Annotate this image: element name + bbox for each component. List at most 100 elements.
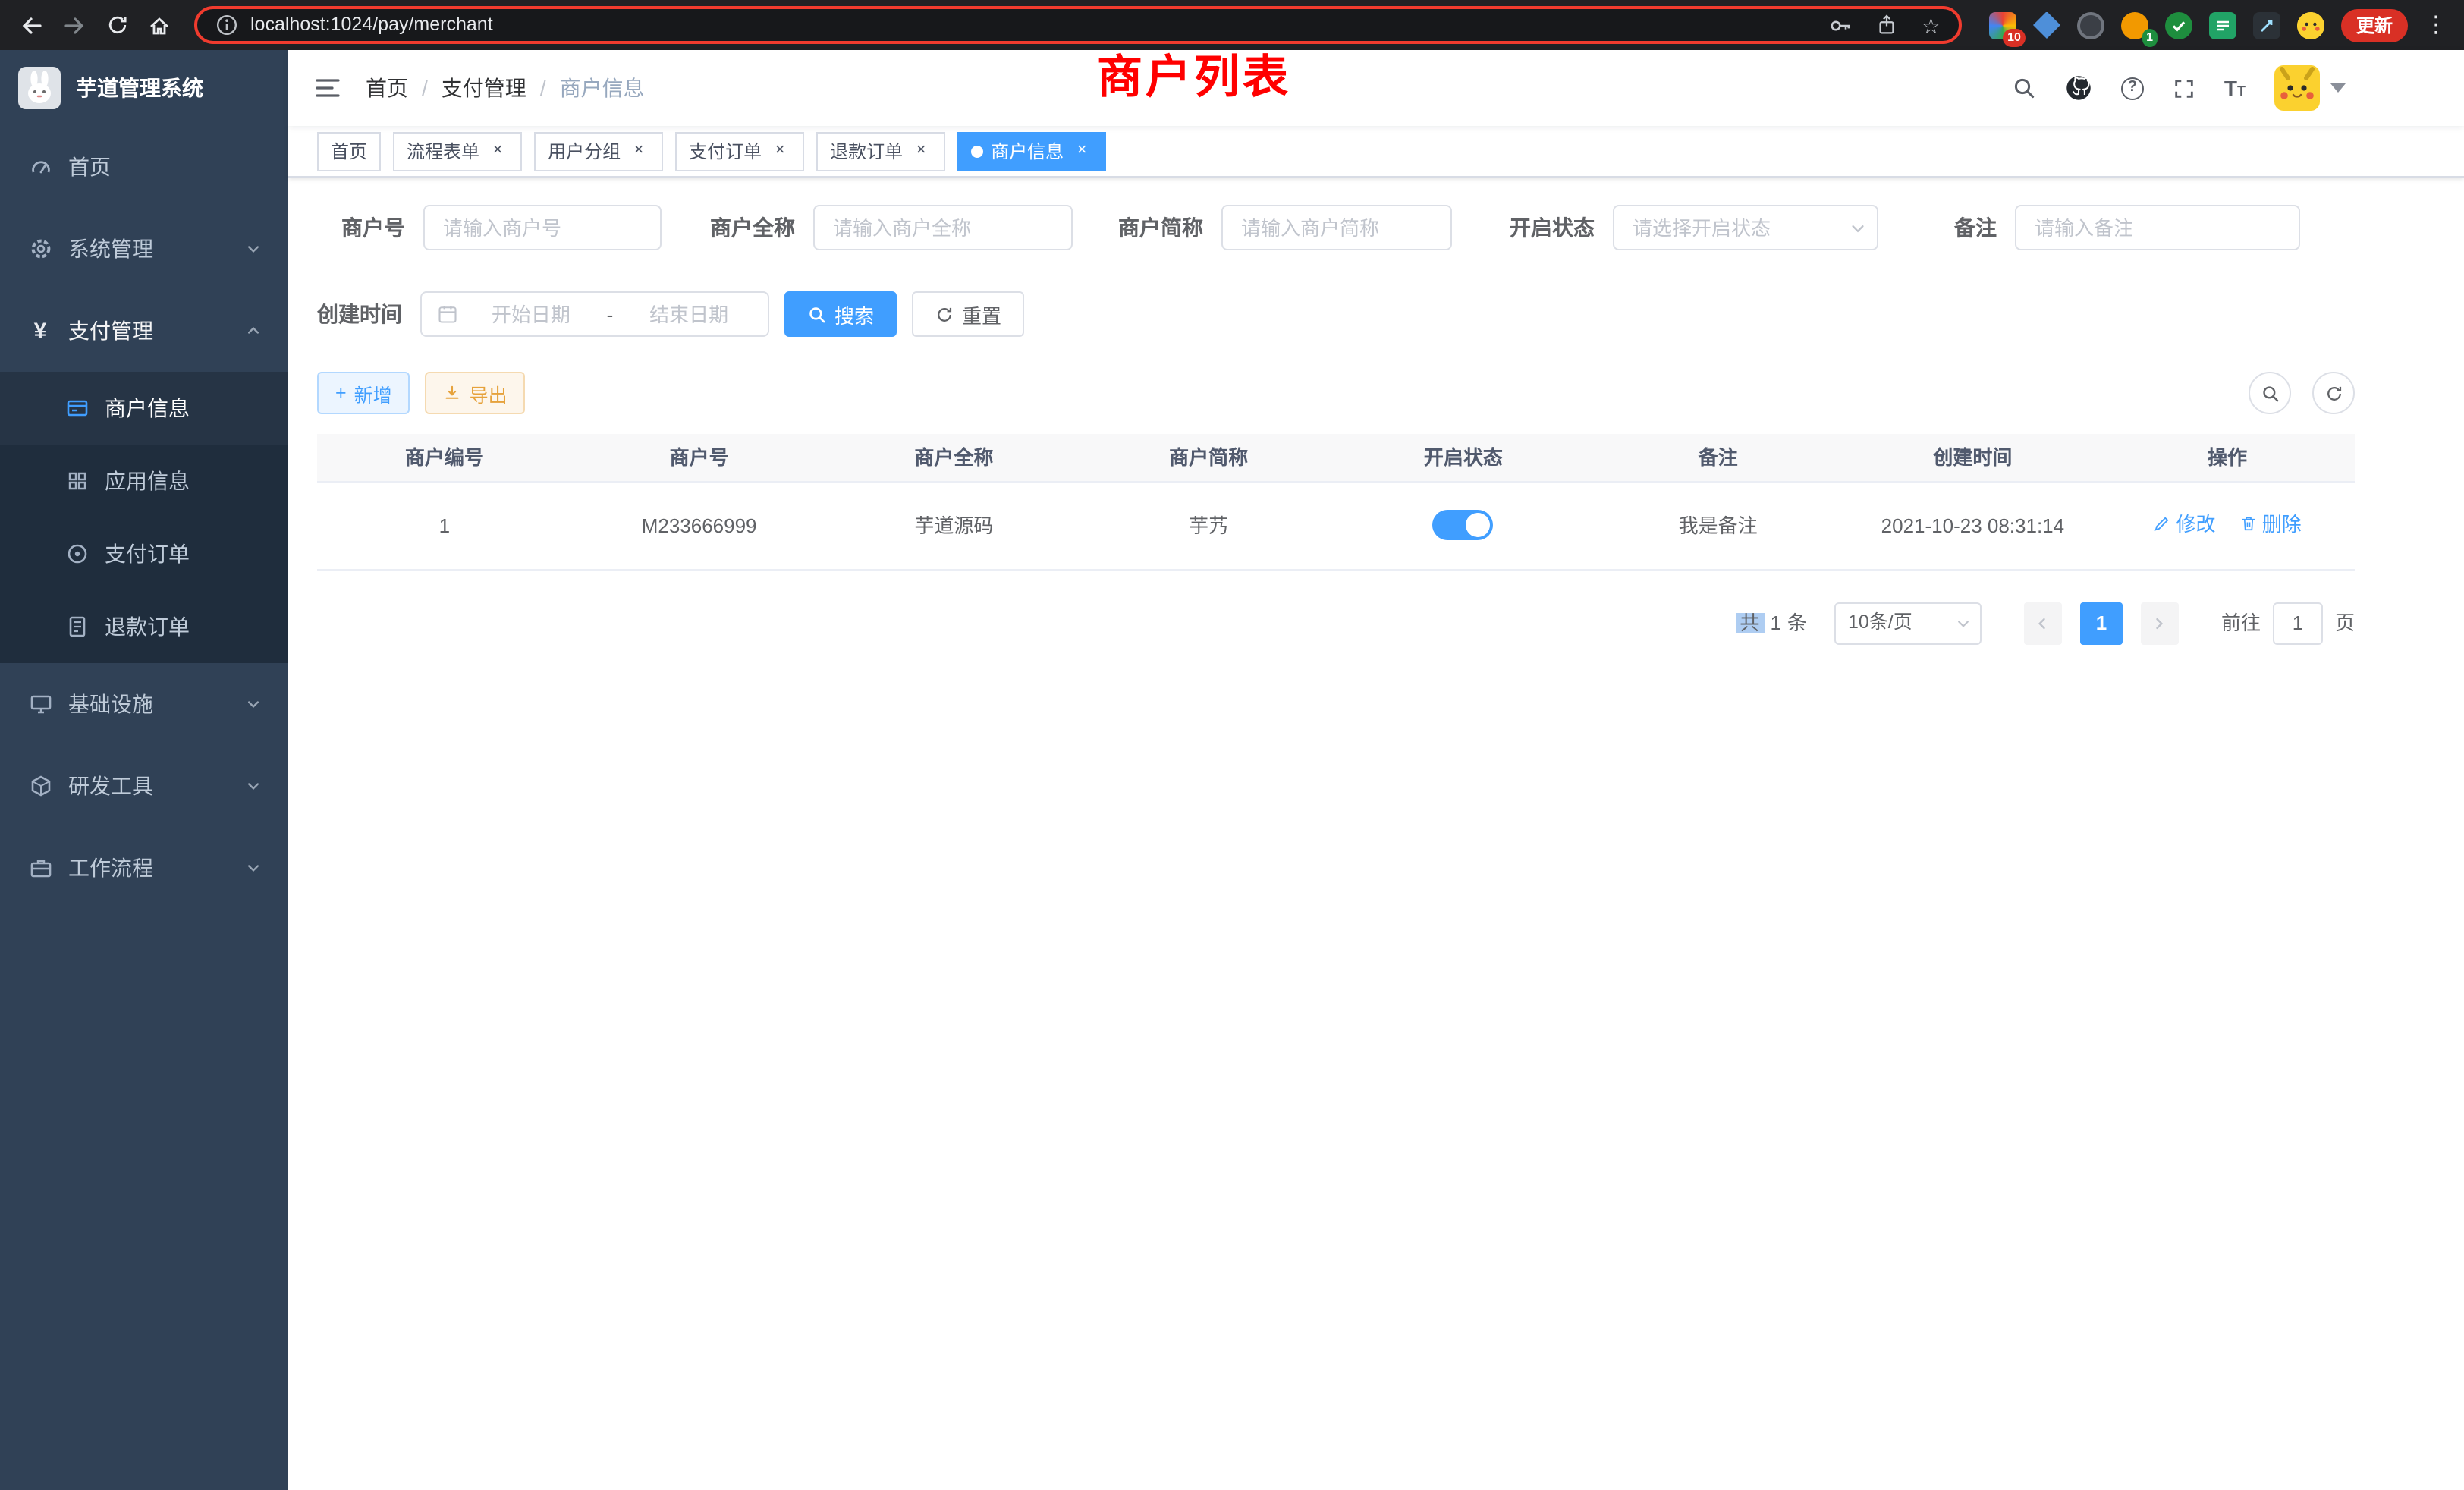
share-icon[interactable]: [1876, 14, 1899, 36]
merchant-no-label: 商户号: [341, 217, 423, 238]
fullscreen-icon[interactable]: [2173, 77, 2195, 99]
sidebar-item-dev-tools[interactable]: 研发工具: [0, 745, 288, 827]
url-bar[interactable]: localhost:1024/pay/merchant ☆: [194, 6, 1962, 44]
password-key-icon[interactable]: [1829, 13, 1853, 37]
sidebar-menu: 首页 系统管理 ¥ 支付管理: [0, 126, 288, 909]
reset-button[interactable]: 重置: [912, 291, 1024, 337]
sidebar-item-label: 系统管理: [68, 238, 153, 259]
goto-page-input[interactable]: [2273, 602, 2323, 644]
delete-link-label: 删除: [2262, 514, 2302, 534]
home-button[interactable]: [140, 5, 179, 45]
full-name-input[interactable]: [813, 205, 1073, 250]
filter-remark: 备注: [1954, 205, 2300, 250]
sidebar-submenu-payment: 商户信息 应用信息 支付订单: [0, 372, 288, 663]
active-tab-dot: [971, 145, 983, 157]
document-icon: [64, 615, 90, 639]
tab-close-icon[interactable]: ×: [910, 140, 932, 162]
remark-input[interactable]: [2015, 205, 2300, 250]
tab-close-icon[interactable]: ×: [769, 140, 790, 162]
sidebar-item-label: 研发工具: [68, 775, 153, 797]
calendar-icon: [437, 303, 458, 325]
col-merchant-no: 商户号: [572, 434, 827, 481]
page-content: 商户号 商户全称 商户简称 开启状态 请选择开启状态: [288, 178, 2464, 1490]
status-select[interactable]: 请选择开启状态: [1613, 205, 1878, 250]
yen-icon: ¥: [27, 319, 53, 342]
short-name-input[interactable]: [1221, 205, 1452, 250]
extension-avatar-icon[interactable]: 1: [2121, 11, 2148, 39]
extension-pin-icon[interactable]: [2253, 11, 2280, 39]
add-button[interactable]: + 新增: [317, 372, 410, 414]
delete-link[interactable]: 删除: [2239, 514, 2302, 534]
sidebar-item-refund-order[interactable]: 退款订单: [0, 590, 288, 663]
total-count: 1: [1770, 613, 1780, 633]
sidebar-item-app-info[interactable]: 应用信息: [0, 445, 288, 517]
reload-button[interactable]: [97, 5, 137, 45]
browser-menu-icon[interactable]: ⋮: [2425, 14, 2446, 36]
edit-link[interactable]: 修改: [2153, 514, 2215, 534]
status-label: 开启状态: [1510, 217, 1613, 238]
sidebar-item-merchant-info[interactable]: 商户信息: [0, 372, 288, 445]
extension-dark-circle-icon[interactable]: [2077, 11, 2104, 39]
refresh-table-button[interactable]: [2312, 372, 2355, 414]
tab-payment-order[interactable]: 支付订单 ×: [675, 131, 804, 171]
breadcrumb-home[interactable]: 首页: [366, 77, 408, 99]
app-logo: 芋道管理系统: [0, 50, 288, 126]
app-title: 芋道管理系统: [76, 77, 203, 99]
hamburger-icon[interactable]: [311, 71, 344, 105]
extension-green-badge: 1: [2142, 28, 2158, 46]
user-avatar[interactable]: [2274, 65, 2320, 111]
browser-update-button[interactable]: 更新: [2341, 8, 2408, 42]
tab-close-icon[interactable]: ×: [1071, 140, 1092, 162]
tab-user-group[interactable]: 用户分组 ×: [534, 131, 663, 171]
browser-profile-avatar[interactable]: [2297, 11, 2324, 39]
show-search-button[interactable]: [2249, 372, 2291, 414]
tab-merchant-info[interactable]: 商户信息 ×: [957, 131, 1106, 171]
cell-actions: 修改 删除: [2100, 481, 2355, 569]
tab-close-icon[interactable]: ×: [487, 140, 508, 162]
breadcrumb-current: 商户信息: [560, 77, 645, 99]
forward-button[interactable]: [55, 5, 94, 45]
sidebar-item-system[interactable]: 系统管理: [0, 208, 288, 290]
sidebar-item-label: 工作流程: [68, 857, 153, 879]
tab-label: 支付订单: [689, 142, 762, 160]
user-avatar-dropdown[interactable]: [2274, 65, 2346, 111]
chevron-down-icon: [246, 696, 261, 712]
site-info-icon[interactable]: [215, 14, 238, 36]
export-button[interactable]: 导出: [426, 372, 526, 414]
next-page-button[interactable]: [2141, 602, 2179, 644]
col-create-time: 创建时间: [1846, 434, 2101, 481]
tab-refund-order[interactable]: 退款订单 ×: [816, 131, 945, 171]
edit-link-label: 修改: [2176, 514, 2215, 534]
page-size-select[interactable]: 10条/页: [1834, 602, 1982, 644]
github-icon[interactable]: [2065, 74, 2092, 102]
back-button[interactable]: [12, 5, 52, 45]
help-icon[interactable]: ?: [2121, 77, 2144, 99]
sidebar-item-payment[interactable]: ¥ 支付管理: [0, 290, 288, 372]
bookmark-star-icon[interactable]: ☆: [1922, 14, 1941, 36]
search-button[interactable]: 搜索: [784, 291, 897, 337]
extension-blue-icon[interactable]: [2033, 11, 2060, 39]
search-icon[interactable]: [2012, 76, 2036, 100]
page-1-button[interactable]: 1: [2080, 602, 2123, 644]
merchant-no-input[interactable]: [423, 205, 662, 250]
sidebar-item-label: 商户信息: [105, 398, 190, 419]
breadcrumb-payment[interactable]: 支付管理: [442, 77, 526, 99]
sidebar-item-label: 支付管理: [68, 320, 153, 341]
sidebar-item-payment-order[interactable]: 支付订单: [0, 517, 288, 590]
tab-home[interactable]: 首页: [317, 131, 381, 171]
extension-green-square-icon[interactable]: [2209, 11, 2236, 39]
font-size-icon[interactable]: T T: [2224, 77, 2246, 99]
tab-close-icon[interactable]: ×: [628, 140, 649, 162]
cell-short-name: 芋艿: [1081, 481, 1336, 569]
prev-page-button[interactable]: [2024, 602, 2062, 644]
status-switch[interactable]: [1433, 510, 1494, 540]
sidebar-item-home[interactable]: 首页: [0, 126, 288, 208]
table-toolbar: + 新增 导出: [317, 372, 2355, 414]
create-time-range-picker[interactable]: 开始日期 - 结束日期: [420, 291, 769, 337]
extension-check-icon[interactable]: [2165, 11, 2192, 39]
tab-process-form[interactable]: 流程表单 ×: [393, 131, 522, 171]
sidebar-item-infrastructure[interactable]: 基础设施: [0, 663, 288, 745]
sidebar-item-workflow[interactable]: 工作流程: [0, 827, 288, 909]
tab-label: 用户分组: [548, 142, 621, 160]
extension-colorful-icon[interactable]: 10: [1989, 11, 2016, 39]
